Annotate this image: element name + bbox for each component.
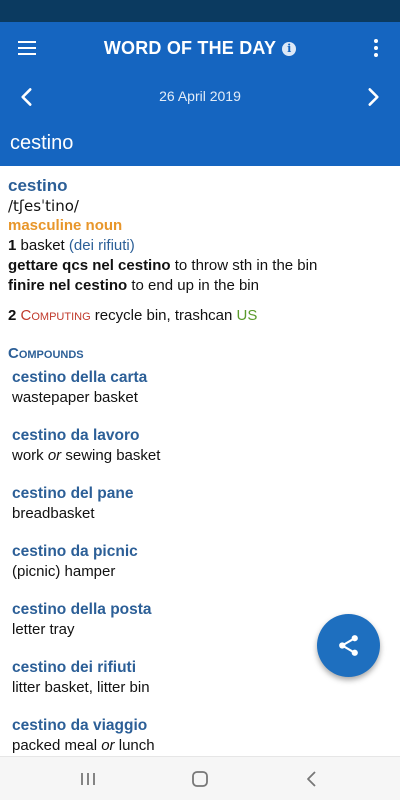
example-translation: to end up in the bin	[131, 277, 259, 294]
translation-text: lunch	[114, 737, 155, 754]
compound-item[interactable]: cestino da lavoro work or sewing basket	[12, 426, 392, 466]
example-translation: to throw sth in the bin	[174, 257, 318, 274]
conjunction-or: or	[101, 737, 115, 754]
example: finire nel cestino to end up in the bin	[8, 276, 392, 296]
recents-icon[interactable]	[76, 767, 100, 791]
example: gettare qcs nel cestino to throw sth in …	[8, 256, 392, 276]
example-phrase: gettare qcs nel cestino	[8, 257, 171, 274]
compound-word: cestino del pane	[12, 485, 134, 502]
compound-translation: work or sewing basket	[12, 446, 392, 466]
domain-label: Computing	[20, 307, 91, 324]
region-label: US	[236, 307, 258, 324]
translation-text: work	[12, 447, 48, 464]
translation-text: sewing basket	[61, 447, 161, 464]
app-bar: WORD OF THE DAY i 26 April 2019 cestino	[0, 22, 400, 166]
share-button[interactable]	[317, 614, 380, 677]
system-nav-bar	[0, 756, 400, 800]
translation-text: (picnic) hamper	[12, 563, 116, 580]
info-icon[interactable]: i	[282, 41, 297, 56]
compound-translation: (picnic) hamper	[12, 562, 392, 582]
compound-item[interactable]: cestino da picnic (picnic) hamper	[12, 542, 392, 582]
entry-headword: cestino	[8, 176, 68, 195]
compound-item[interactable]: cestino della carta wastepaper basket	[12, 368, 392, 408]
sense-number: 1	[8, 237, 17, 254]
sense-translation: recycle bin, trashcan	[94, 307, 233, 324]
page-title: WORD OF THE DAY	[103, 38, 277, 58]
sense-number: 2	[8, 307, 17, 324]
date-navigator: 26 April 2019	[0, 84, 400, 110]
compound-item[interactable]: cestino da viaggio packed meal or lunch	[12, 716, 392, 756]
compounds-heading: Compounds	[8, 345, 84, 362]
compound-word: cestino da picnic	[12, 543, 138, 560]
part-of-speech: masculine noun	[8, 217, 123, 234]
compound-word: cestino da viaggio	[12, 717, 148, 734]
compound-item[interactable]: cestino del pane breadbasket	[12, 484, 392, 524]
compound-list: cestino della carta wastepaper basket cest…	[8, 368, 392, 756]
sense-translation: basket	[20, 237, 65, 254]
date-label: 26 April 2019	[159, 88, 241, 104]
translation-text: litter basket, litter bin	[12, 679, 150, 696]
translation-text: packed meal	[12, 737, 102, 754]
compound-word: cestino da lavoro	[12, 427, 140, 444]
compound-word: cestino della carta	[12, 369, 148, 386]
share-icon	[339, 635, 358, 656]
status-bar	[0, 0, 400, 22]
sense-1: 1 basket (dei rifiuti)	[8, 236, 392, 256]
sense-gloss: (dei rifiuti)	[68, 237, 135, 254]
title-wrap: WORD OF THE DAY i	[0, 38, 400, 59]
home-icon[interactable]	[188, 767, 212, 791]
headword-banner: cestino	[10, 132, 74, 154]
translation-text: breadbasket	[12, 505, 95, 522]
back-icon[interactable]	[300, 767, 324, 791]
more-vert-icon[interactable]	[366, 36, 386, 60]
chevron-right-icon[interactable]	[360, 84, 386, 110]
example-phrase: finire nel cestino	[8, 277, 128, 294]
compound-translation: wastepaper basket	[12, 388, 392, 408]
sense-2: 2 Computing recycle bin, trashcan US	[8, 306, 392, 326]
translation-text: wastepaper basket	[12, 389, 138, 406]
conjunction-or: or	[47, 447, 62, 464]
compound-translation: packed meal or lunch	[12, 736, 392, 756]
compound-translation: breadbasket	[12, 504, 392, 524]
compound-translation: litter basket, litter bin	[12, 678, 392, 698]
pronunciation: /tʃesˈtino/	[8, 197, 79, 215]
translation-text: letter tray	[12, 621, 75, 638]
